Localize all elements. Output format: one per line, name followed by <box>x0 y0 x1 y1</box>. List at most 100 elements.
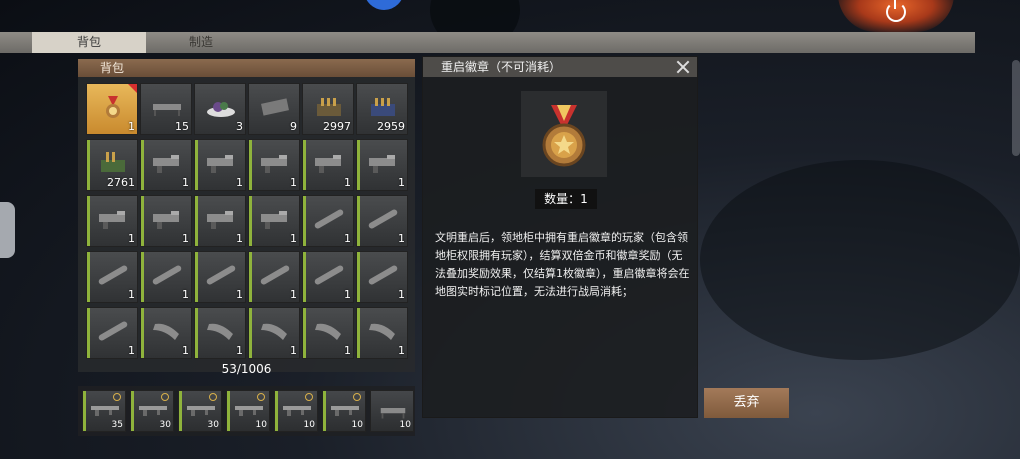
inventory-slot[interactable]: 1 <box>140 307 192 359</box>
durability-warning-icon <box>257 393 265 401</box>
slot-count: 1 <box>182 232 189 245</box>
inventory-slot[interactable]: 1 <box>194 307 246 359</box>
slot-indicator-bar <box>83 391 86 431</box>
slot-count: 1 <box>290 344 297 357</box>
slot-count: 1 <box>128 344 135 357</box>
durability-warning-icon <box>305 393 313 401</box>
slot-count: 1 <box>182 288 189 301</box>
slot-indicator-bar <box>141 196 144 246</box>
close-icon[interactable] <box>675 59 691 75</box>
slot-indicator-bar <box>357 140 360 190</box>
hotbar-slot[interactable]: 10 <box>274 390 318 432</box>
slot-indicator-bar <box>249 308 252 358</box>
hotbar-count: 35 <box>111 420 123 430</box>
scroll-handle[interactable] <box>1012 60 1020 156</box>
inventory-slot[interactable]: 1 <box>248 139 300 191</box>
rifle-icon <box>187 401 215 417</box>
inventory-slot[interactable]: 1 <box>248 251 300 303</box>
armor-plate-icon <box>259 96 291 118</box>
inventory-slot[interactable]: 1 <box>86 251 138 303</box>
bed-icon <box>379 401 407 419</box>
power-icon[interactable] <box>886 0 906 22</box>
inventory-slot[interactable]: 1 <box>248 307 300 359</box>
quantity-label: 数量：1 <box>535 189 597 209</box>
slot-count: 3 <box>236 120 243 133</box>
medal-icon <box>97 96 129 118</box>
slot-indicator-bar <box>87 252 90 302</box>
inventory-slot[interactable]: 1 <box>302 195 354 247</box>
inventory-slot[interactable]: 1 <box>194 251 246 303</box>
slot-indicator-bar <box>195 252 198 302</box>
magazine-icon <box>259 320 291 342</box>
tree-silhouette <box>700 160 1020 360</box>
inventory-slot[interactable]: 1 <box>302 139 354 191</box>
tab-backpack[interactable]: 背包 <box>32 32 146 53</box>
durability-warning-icon <box>161 393 169 401</box>
slot-count: 1 <box>290 232 297 245</box>
slot-indicator-bar <box>227 391 230 431</box>
inventory-slot[interactable]: 2997 <box>302 83 354 135</box>
inventory-slot[interactable]: 9 <box>248 83 300 135</box>
slot-count: 2959 <box>377 120 405 133</box>
slot-indicator-bar <box>195 140 198 190</box>
inventory-slot[interactable]: 1 <box>140 251 192 303</box>
slot-count: 1 <box>182 176 189 189</box>
slot-count: 2997 <box>323 120 351 133</box>
top-blue-button[interactable] <box>364 0 404 10</box>
inventory-slot[interactable]: 2959 <box>356 83 408 135</box>
drop-button[interactable]: 丢弃 <box>704 388 789 418</box>
inventory-slot[interactable]: 1 <box>86 83 138 135</box>
inventory-slot[interactable]: 1 <box>140 195 192 247</box>
slot-indicator-bar <box>131 391 134 431</box>
slot-indicator-bar <box>87 196 90 246</box>
hotbar-slot[interactable]: 35 <box>82 390 126 432</box>
hotbar-count: 10 <box>255 420 267 430</box>
hotbar-slot[interactable]: 30 <box>178 390 222 432</box>
inventory-slot[interactable]: 1 <box>356 307 408 359</box>
slot-indicator-bar <box>249 196 252 246</box>
inventory-slot[interactable]: 1 <box>302 307 354 359</box>
rifle-icon <box>139 401 167 417</box>
gun-part-icon <box>259 152 291 174</box>
inventory-slot[interactable]: 1 <box>356 139 408 191</box>
backpack-title: 背包 <box>78 59 415 77</box>
inventory-slot[interactable]: 15 <box>140 83 192 135</box>
inventory-slot[interactable]: 1 <box>248 195 300 247</box>
hotbar: 35 30 30 10 10 10 10 <box>78 386 415 436</box>
inventory-slot[interactable]: 1 <box>194 139 246 191</box>
inventory-slot[interactable]: 1 <box>140 139 192 191</box>
slot-indicator-bar <box>249 252 252 302</box>
bed-icon <box>151 96 183 118</box>
slot-count: 1 <box>182 344 189 357</box>
hotbar-slot[interactable]: 10 <box>322 390 366 432</box>
gun-part-icon <box>205 152 237 174</box>
backpack-panel: 背包 1 15 3 9 2997 2959 2761 1 1 1 1 1 1 1 1 1 1 1 1 1 1 1 1 1 1 1 1… <box>78 59 415 372</box>
hotbar-slot[interactable]: 30 <box>130 390 174 432</box>
inventory-slot[interactable]: 1 <box>86 195 138 247</box>
inventory-slot[interactable]: 1 <box>86 307 138 359</box>
hotbar-count: 10 <box>303 420 315 430</box>
hotbar-count: 30 <box>159 420 171 430</box>
inventory-slot[interactable]: 2761 <box>86 139 138 191</box>
inventory-slot[interactable]: 1 <box>356 251 408 303</box>
rifle-icon <box>91 401 119 417</box>
rifle-icon <box>331 401 359 417</box>
side-drawer-handle[interactable] <box>0 202 15 258</box>
inventory-slot[interactable]: 1 <box>302 251 354 303</box>
slot-count: 15 <box>175 120 189 133</box>
hotbar-slot[interactable]: 10 <box>370 390 414 432</box>
slot-indicator-bar <box>357 308 360 358</box>
inventory-slot[interactable]: 1 <box>356 195 408 247</box>
slot-count: 1 <box>128 120 135 133</box>
slot-count: 1 <box>344 288 351 301</box>
slot-count: 1 <box>290 288 297 301</box>
hotbar-slot[interactable]: 10 <box>226 390 270 432</box>
silencer-icon <box>367 264 399 286</box>
tab-crafting[interactable]: 制造 <box>146 32 256 53</box>
slot-count: 1 <box>128 288 135 301</box>
hotbar-count: 30 <box>207 420 219 430</box>
slot-indicator-bar <box>141 252 144 302</box>
inventory-slot[interactable]: 1 <box>194 195 246 247</box>
slot-count: 2761 <box>107 176 135 189</box>
inventory-slot[interactable]: 3 <box>194 83 246 135</box>
